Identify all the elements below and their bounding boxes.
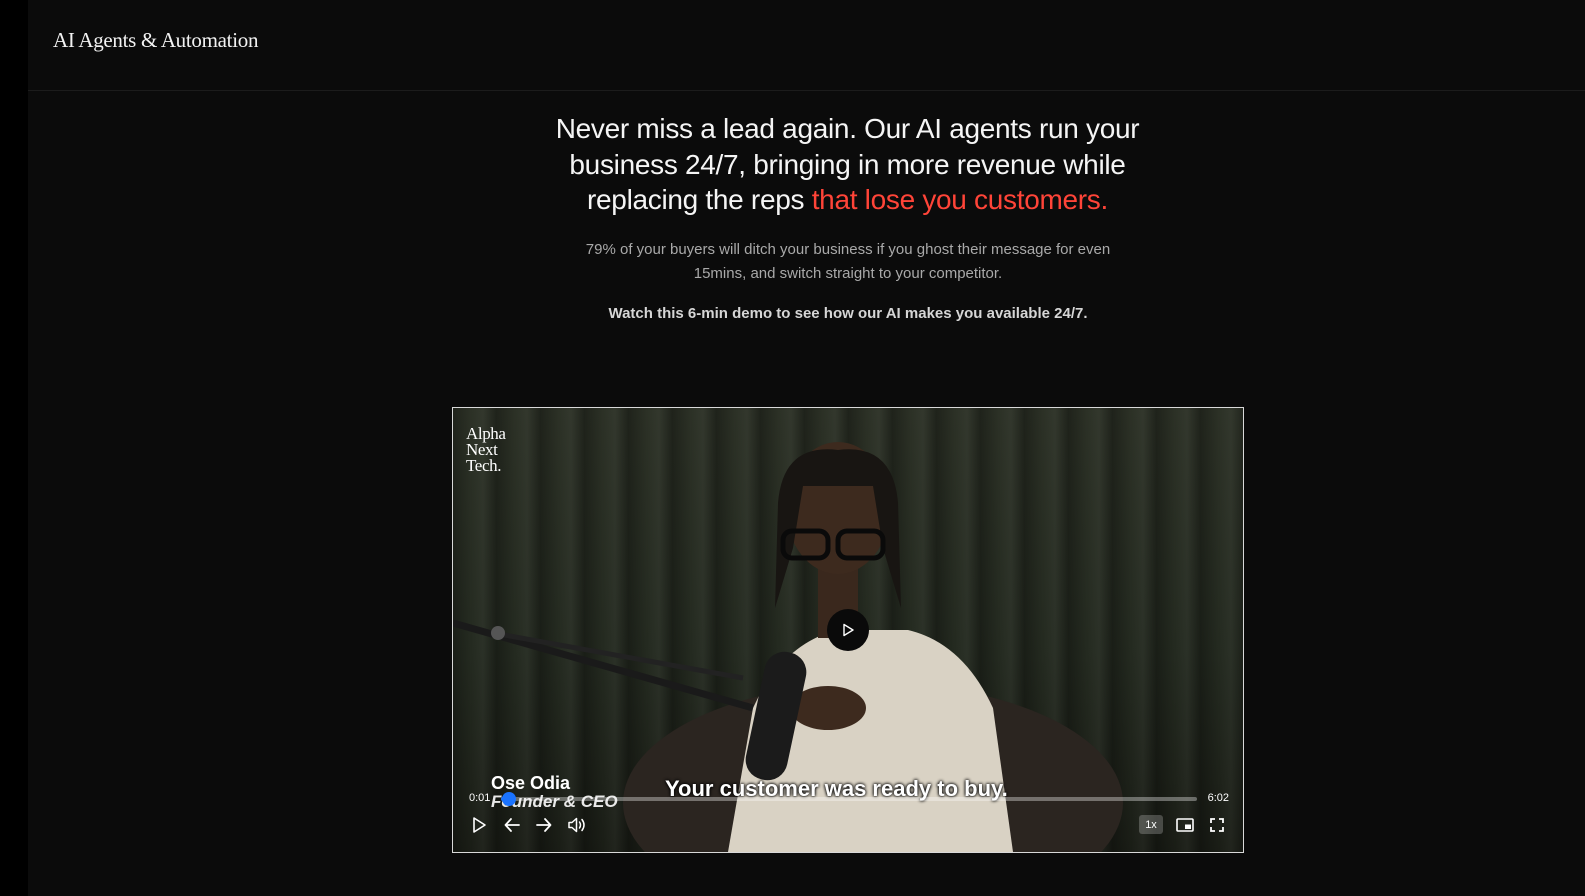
volume-icon: [568, 817, 585, 833]
left-rail: [0, 0, 28, 896]
volume-button[interactable]: [565, 813, 589, 837]
time-current: 0:01: [469, 792, 491, 804]
progress-bar[interactable]: [501, 792, 1197, 806]
hero-headline: Never miss a lead again. Our AI agents r…: [540, 111, 1155, 218]
hero-cta-text: Watch this 6-min demo to see how our AI …: [608, 305, 1088, 322]
center-play-button[interactable]: [827, 609, 869, 651]
time-total: 6:02: [1207, 792, 1229, 804]
fullscreen-icon: [1210, 818, 1224, 832]
alpha-next-tech-logo: Alpha Next Tech.: [466, 424, 506, 475]
headline-accent: that lose you customers.: [811, 184, 1109, 215]
hero-subtext: 79% of your buyers will ditch your busin…: [585, 241, 1111, 282]
brand-logo[interactable]: AI Agents & Automation: [53, 28, 258, 53]
rewind-icon: [504, 818, 520, 832]
mic-joint: [491, 626, 505, 640]
video-player[interactable]: Alpha Next Tech. Ose Odia Founder & CEO …: [452, 407, 1244, 853]
forward-icon: [536, 818, 552, 832]
forward-button[interactable]: [532, 813, 556, 837]
play-button[interactable]: [467, 813, 491, 837]
header: AI Agents & Automation: [28, 0, 1585, 91]
picture-in-picture-icon: [1176, 818, 1194, 832]
play-icon: [473, 817, 486, 833]
speaker-name: Ose Odia: [491, 773, 571, 793]
page: AI Agents & Automation Never miss a lead…: [0, 0, 1585, 896]
play-icon: [843, 623, 854, 637]
fullscreen-button[interactable]: [1205, 813, 1229, 837]
picture-in-picture-button[interactable]: [1173, 813, 1197, 837]
rewind-button[interactable]: [500, 813, 524, 837]
playback-speed-button[interactable]: 1x: [1139, 815, 1163, 834]
